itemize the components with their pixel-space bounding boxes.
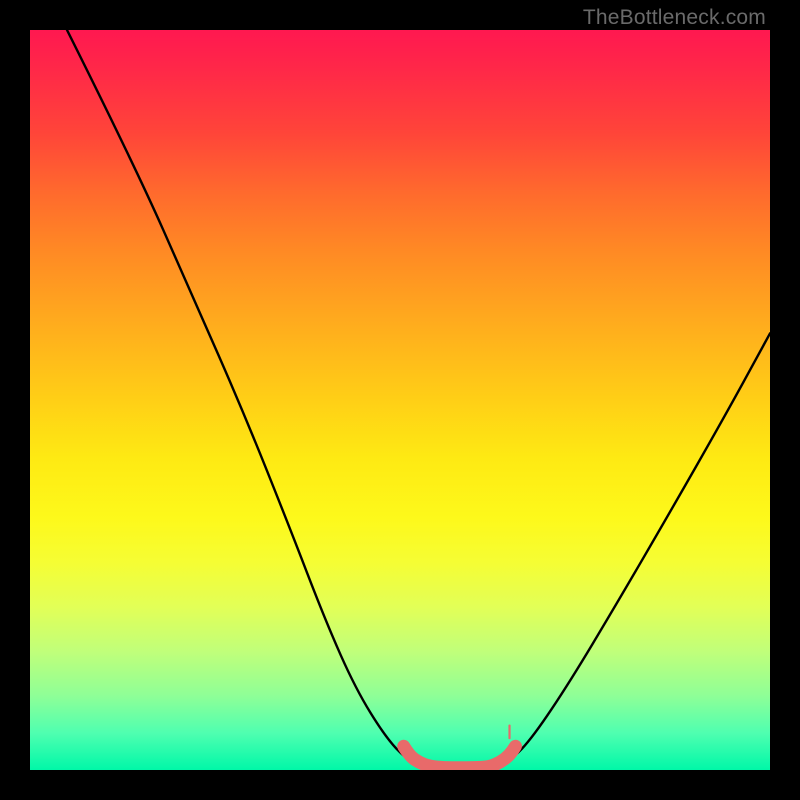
attribution-text: TheBottleneck.com bbox=[583, 6, 766, 30]
bottleneck-curve bbox=[67, 30, 770, 769]
optimal-zone-marker bbox=[404, 746, 516, 767]
plot-svg bbox=[30, 30, 770, 770]
